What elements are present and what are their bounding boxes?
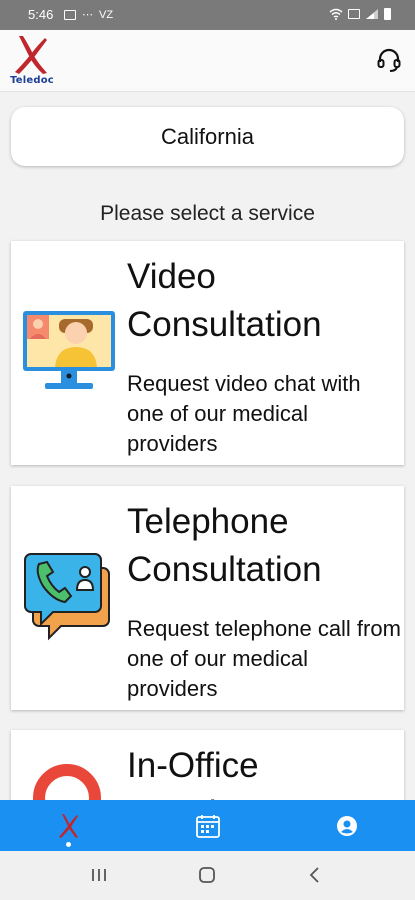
- app-header: Teledoc: [0, 30, 415, 92]
- teledoc-logo[interactable]: Teledoc: [9, 34, 55, 90]
- image-icon: [64, 9, 76, 20]
- location-label: California: [161, 123, 254, 149]
- account-icon: [337, 815, 357, 836]
- tab-appointments[interactable]: [178, 800, 238, 851]
- status-bar: 5:46 ⋯ VZ: [0, 0, 415, 30]
- telephone-title-line1: Telephone: [127, 502, 289, 541]
- calendar-icon: [196, 814, 220, 838]
- telephone-consultation-icon: [24, 553, 110, 641]
- video-consultation-icon: [23, 311, 115, 389]
- video-title-line2: Consultation: [127, 305, 322, 344]
- battery-icon: [384, 8, 391, 20]
- support-button[interactable]: [375, 46, 403, 74]
- recent-apps-button[interactable]: [87, 863, 111, 887]
- home-button[interactable]: [195, 863, 219, 887]
- logo-text: Teledoc: [10, 75, 54, 86]
- tab-home[interactable]: [39, 800, 99, 851]
- telephone-title-line2: Consultation: [127, 550, 322, 589]
- signal-icon: [366, 9, 378, 19]
- home-icon: [199, 867, 215, 883]
- video-card-title: Video Consultation: [127, 253, 322, 349]
- video-consultation-card[interactable]: Video Consultation Request video chat wi…: [11, 241, 404, 465]
- video-card-description: Request video chat with one of our medic…: [127, 371, 361, 456]
- system-navigation-bar: [0, 851, 415, 900]
- in-office-title-line1: In-Office: [127, 746, 259, 785]
- x-logo-icon: [15, 36, 47, 74]
- active-tab-indicator: [66, 842, 71, 847]
- video-title-line1: Video: [127, 257, 216, 296]
- status-time: 5:46: [28, 7, 54, 22]
- in-office-appointment-card[interactable]: In-Office Appointment: [11, 730, 404, 810]
- back-button[interactable]: [303, 863, 327, 887]
- status-left-icons: ⋯ VZ: [64, 8, 113, 21]
- telephone-consultation-card[interactable]: Telephone Consultation Request telephone…: [11, 486, 404, 710]
- tab-account[interactable]: [317, 800, 377, 851]
- lte-icon: [348, 9, 360, 19]
- location-selector[interactable]: California: [11, 107, 404, 166]
- carrier-icon: ⋯: [82, 9, 93, 21]
- back-icon: [309, 867, 319, 883]
- status-right-icons: [329, 8, 391, 20]
- bottom-tab-bar: [0, 800, 415, 851]
- headset-icon: [377, 48, 401, 72]
- service-prompt: Please select a service: [100, 202, 315, 225]
- wifi-icon: [329, 8, 343, 20]
- carrier-text: VZ: [99, 8, 114, 21]
- telephone-card-description: Request telephone call from one of our m…: [127, 616, 401, 701]
- recent-apps-icon: [92, 869, 106, 881]
- x-logo-icon: [59, 813, 78, 838]
- telephone-card-title: Telephone Consultation: [127, 498, 322, 594]
